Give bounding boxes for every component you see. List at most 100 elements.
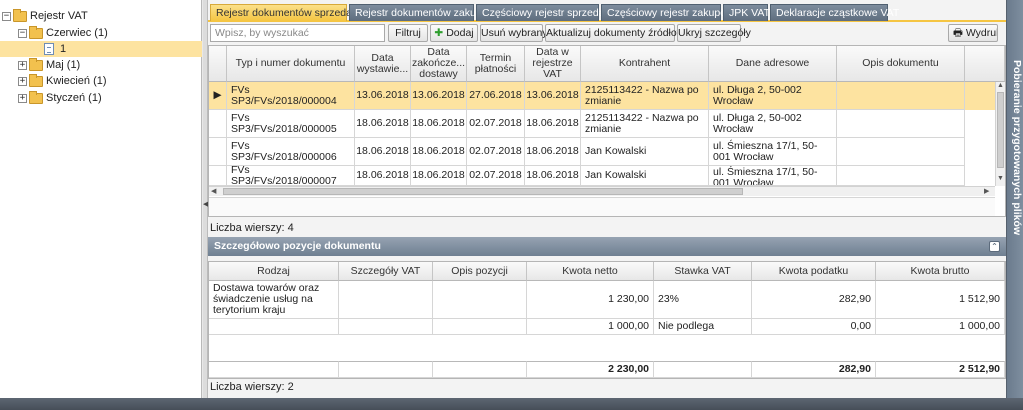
column-header[interactable]: Kwota podatku xyxy=(752,262,876,281)
tree-node-rejestr-vat[interactable]: − Rejestr VAT xyxy=(2,8,200,24)
hide-details-button[interactable]: Ukryj szczegóły xyxy=(677,24,751,42)
prepared-files-panel[interactable]: Pobieranie przygotowanych plików xyxy=(1006,0,1023,398)
print-button[interactable]: 🖶 Wydruk xyxy=(948,24,998,42)
horizontal-scrollbar[interactable]: ◀ ▶ xyxy=(209,186,995,196)
cell-delivery-date[interactable]: 18.06.2018 xyxy=(411,110,467,138)
cell-document-number[interactable]: FVs SP3/FVs/2018/000007 xyxy=(227,166,355,186)
cell-contractor[interactable]: Jan Kowalski xyxy=(581,166,709,186)
column-header[interactable]: Opis pozycji xyxy=(433,262,527,281)
cell-vat-register-date[interactable]: 13.06.2018 xyxy=(525,82,581,110)
column-header[interactable]: Termin płatności xyxy=(467,46,525,82)
row-selector[interactable] xyxy=(209,138,227,166)
cell-payment-due[interactable]: 02.07.2018 xyxy=(467,166,525,186)
column-header[interactable]: Data wystawie... xyxy=(355,46,411,82)
column-header[interactable]: Data zakończe... dostawy xyxy=(411,46,467,82)
cell-tax-amount[interactable]: 0,00 xyxy=(752,319,876,335)
column-header[interactable]: Kwota brutto xyxy=(876,262,1005,281)
tree-node-kwiecien[interactable]: + Kwiecień (1) xyxy=(18,73,198,89)
search-input[interactable] xyxy=(210,24,385,42)
cell-document-number[interactable]: FVs SP3/FVs/2018/000005 xyxy=(227,110,355,138)
cell-vat-details[interactable] xyxy=(339,319,433,335)
cell-item-type[interactable] xyxy=(209,319,339,335)
scroll-up-icon[interactable]: ▲ xyxy=(996,82,1005,89)
scroll-right-icon[interactable]: ▶ xyxy=(984,187,989,195)
cell-gross-amount[interactable]: 1 512,90 xyxy=(876,281,1005,319)
cell-vat-register-date[interactable]: 18.06.2018 xyxy=(525,138,581,166)
cell-contractor[interactable]: 2125113422 - Nazwa po zmianie xyxy=(581,110,709,138)
column-header[interactable]: Kwota netto xyxy=(527,262,654,281)
cell-document-number[interactable]: FVs SP3/FVs/2018/000004 xyxy=(227,82,355,110)
cell-contractor[interactable]: 2125113422 - Nazwa po zmianie xyxy=(581,82,709,110)
expand-icon[interactable]: + xyxy=(18,93,27,103)
cell-address[interactable]: ul. Śmieszna 17/1, 50-001 Wrocław xyxy=(709,166,837,186)
tab-sales-register[interactable]: Rejestr dokumentów sprzedaży xyxy=(210,4,362,21)
update-source-documents-button[interactable]: Aktualizuj dokumenty źródłowe xyxy=(545,24,690,42)
cell-gross-amount[interactable]: 1 000,00 xyxy=(876,319,1005,335)
column-header[interactable]: Kontrahent xyxy=(581,46,709,82)
cell-payment-due[interactable]: 02.07.2018 xyxy=(467,110,525,138)
cell-delivery-date[interactable]: 13.06.2018 xyxy=(411,82,467,110)
filter-button[interactable]: Filtruj xyxy=(388,24,428,42)
cell-vat-details[interactable] xyxy=(339,281,433,319)
expand-icon[interactable]: + xyxy=(18,60,27,70)
column-header[interactable]: Rodzaj xyxy=(209,262,339,281)
column-header[interactable]: Opis dokumentu xyxy=(837,46,965,82)
cell-issue-date[interactable]: 18.06.2018 xyxy=(355,138,411,166)
vertical-scroll-thumb[interactable] xyxy=(997,92,1004,168)
column-header[interactable]: Typ i numer dokumentu xyxy=(227,46,355,82)
scroll-down-icon[interactable]: ▼ xyxy=(996,175,1005,182)
collapse-up-icon[interactable]: ⌃ xyxy=(989,241,1000,252)
row-selector[interactable] xyxy=(209,110,227,138)
cell-delivery-date[interactable]: 18.06.2018 xyxy=(411,166,467,186)
cell-item-type[interactable]: Dostawa towarów oraz świadczenie usług n… xyxy=(209,281,339,319)
cell-vat-rate[interactable]: 23% xyxy=(654,281,752,319)
tree-node-1[interactable]: 1 xyxy=(0,41,202,57)
cell-contractor[interactable]: Jan Kowalski xyxy=(581,138,709,166)
filter-row[interactable] xyxy=(209,197,995,216)
cell-item-description[interactable] xyxy=(433,281,527,319)
cell-issue-date[interactable]: 18.06.2018 xyxy=(355,166,411,186)
cell-delivery-date[interactable]: 18.06.2018 xyxy=(411,138,467,166)
cell-payment-due[interactable]: 27.06.2018 xyxy=(467,82,525,110)
tree-node-czerwiec[interactable]: − Czerwiec (1) xyxy=(18,25,198,41)
tab-jpk-vat[interactable]: JPK VAT xyxy=(723,4,770,21)
cell-description[interactable] xyxy=(837,110,965,138)
cell-tax-amount[interactable]: 282,90 xyxy=(752,281,876,319)
cell-address[interactable]: ul. Długa 2, 50-002 Wrocław xyxy=(709,110,837,138)
cell-description[interactable] xyxy=(837,166,965,186)
tab-partial-purchase-register[interactable]: Częściowy rejestr zakupów xyxy=(601,4,734,21)
row-selector[interactable]: ▶ xyxy=(209,82,227,110)
add-button[interactable]: ✚ Dodaj xyxy=(430,24,478,42)
remove-selected-button[interactable]: Usuń wybrany xyxy=(480,24,548,42)
tab-partial-sales-register[interactable]: Częściowy rejestr sprzedaży xyxy=(476,4,615,21)
tree-node-styczen[interactable]: + Styczeń (1) xyxy=(18,90,198,106)
cell-description[interactable] xyxy=(837,82,965,110)
cell-net-amount[interactable]: 1 230,00 xyxy=(527,281,654,319)
column-header[interactable]: Data w rejestrze VAT xyxy=(525,46,581,82)
cell-item-description[interactable] xyxy=(433,319,527,335)
cell-net-amount[interactable]: 1 000,00 xyxy=(527,319,654,335)
horizontal-scroll-thumb[interactable] xyxy=(223,188,743,195)
scroll-left-icon[interactable]: ◀ xyxy=(211,187,216,195)
cell-vat-rate[interactable]: Nie podlega xyxy=(654,319,752,335)
cell-issue-date[interactable]: 18.06.2018 xyxy=(355,110,411,138)
column-header[interactable]: Dane adresowe xyxy=(709,46,837,82)
tab-purchase-register[interactable]: Rejestr dokumentów zakupu xyxy=(349,4,488,21)
cell-vat-register-date[interactable]: 18.06.2018 xyxy=(525,110,581,138)
cell-document-number[interactable]: FVs SP3/FVs/2018/000006 xyxy=(227,138,355,166)
tab-partial-vat-declarations[interactable]: Deklaracje cząstkowe VAT xyxy=(770,4,899,21)
tree-node-maj[interactable]: + Maj (1) xyxy=(18,57,198,73)
column-header[interactable]: Stawka VAT xyxy=(654,262,752,281)
cell-payment-due[interactable]: 02.07.2018 xyxy=(467,138,525,166)
cell-address[interactable]: ul. Śmieszna 17/1, 50-001 Wrocław xyxy=(709,138,837,166)
vertical-scrollbar[interactable]: ▲ ▼ xyxy=(995,82,1005,186)
cell-address[interactable]: ul. Długa 2, 50-002 Wrocław xyxy=(709,82,837,110)
cell-issue-date[interactable]: 13.06.2018 xyxy=(355,82,411,110)
cell-description[interactable] xyxy=(837,138,965,166)
cell-vat-register-date[interactable]: 18.06.2018 xyxy=(525,166,581,186)
expand-icon[interactable]: + xyxy=(18,76,27,86)
row-selector[interactable] xyxy=(209,166,227,186)
collapse-icon[interactable]: − xyxy=(18,28,27,38)
collapse-icon[interactable]: − xyxy=(2,11,11,21)
column-header[interactable]: Szczegóły VAT xyxy=(339,262,433,281)
